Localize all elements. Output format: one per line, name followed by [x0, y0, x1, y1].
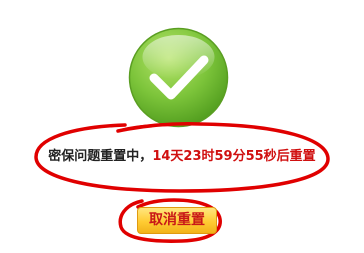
- reset-status-panel: 密保问题重置中，14天23时59分55秒后重置 取消重置: [0, 0, 364, 253]
- status-text: 密保问题重置中，: [48, 149, 153, 164]
- reset-status-message: 密保问题重置中，14天23时59分55秒后重置: [0, 149, 364, 165]
- countdown-text: 14天23时59分55秒后重置: [152, 149, 316, 164]
- check-circle-icon: [128, 27, 229, 128]
- cancel-reset-button[interactable]: 取消重置: [137, 207, 217, 234]
